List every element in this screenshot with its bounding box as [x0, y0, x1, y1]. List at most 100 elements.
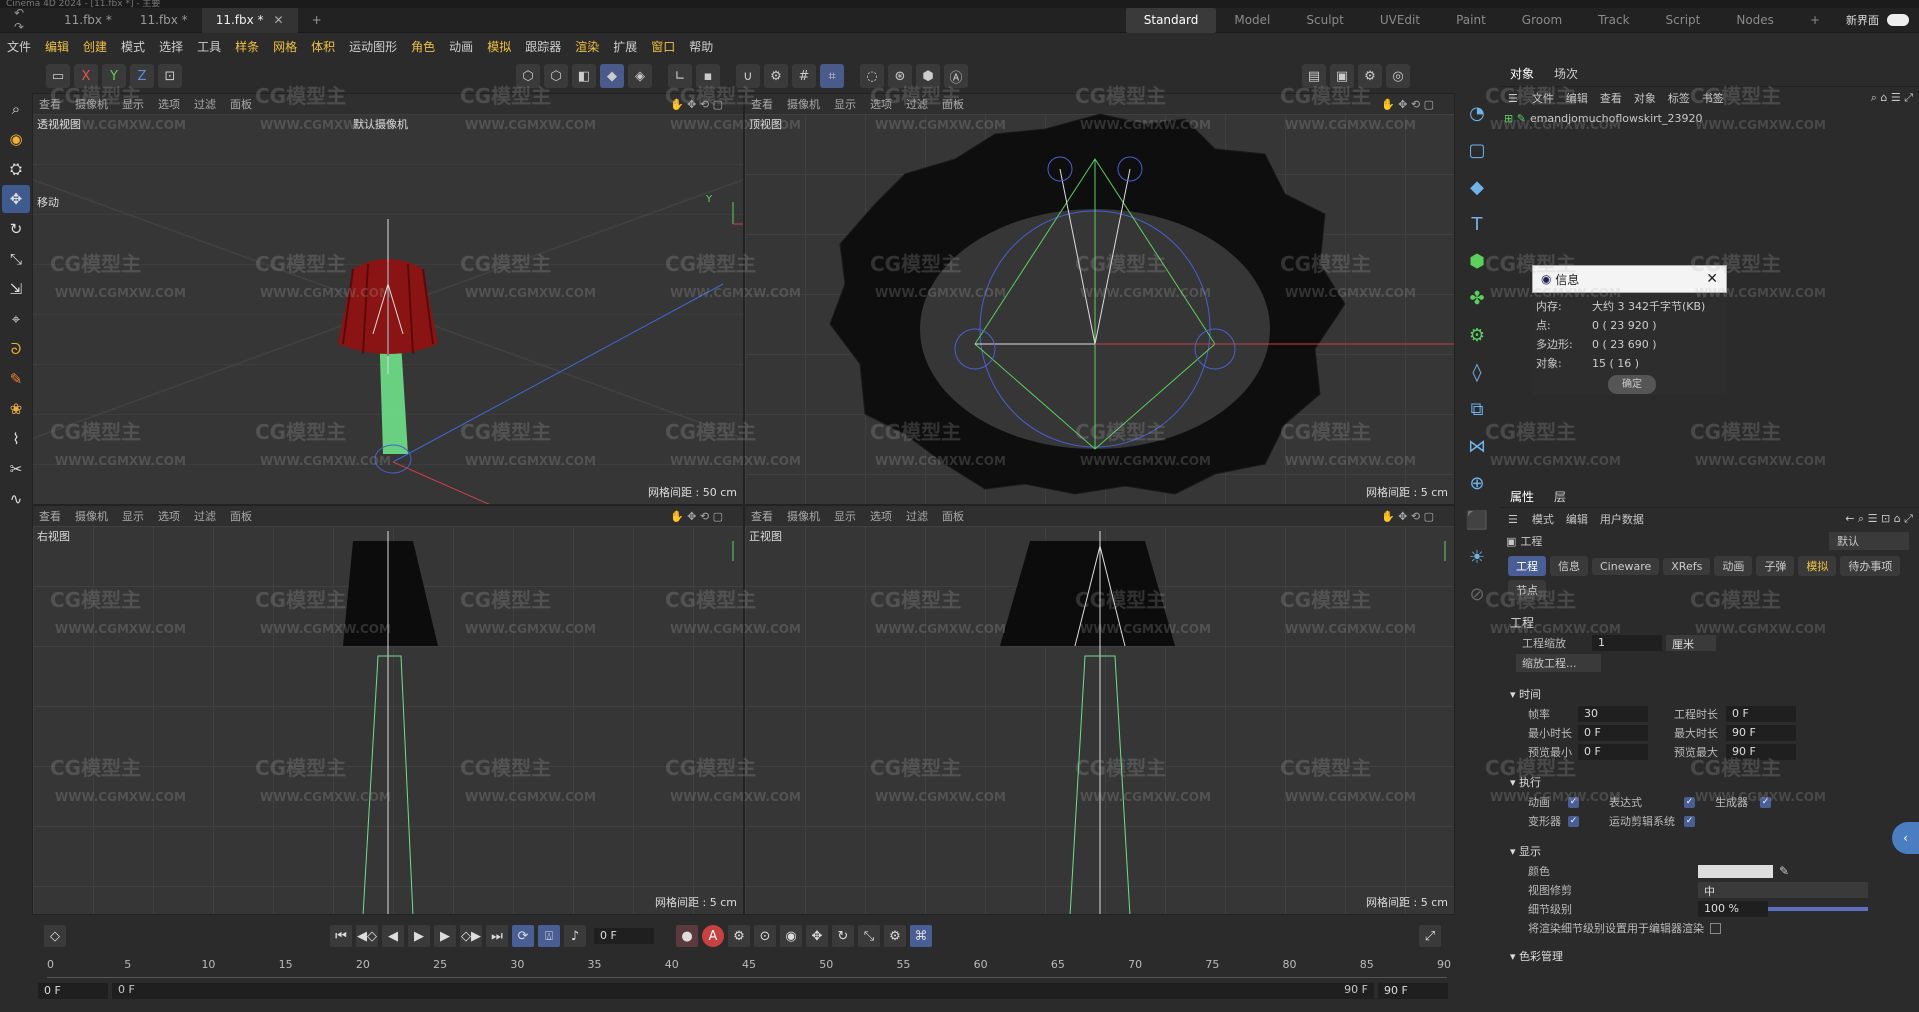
- model-mode-icon[interactable]: ◆: [600, 64, 624, 88]
- loop-button[interactable]: ⟳: [512, 925, 534, 947]
- attr-menu-mode[interactable]: 模式: [1526, 511, 1560, 527]
- attr-menu-userdata[interactable]: 用户数据: [1594, 511, 1650, 527]
- end-frame-input[interactable]: 90 F: [1378, 983, 1448, 999]
- snap-settings-icon[interactable]: ⚙: [764, 64, 788, 88]
- live-select-icon[interactable]: ◉: [2, 125, 30, 153]
- layout-tab-standard[interactable]: Standard: [1125, 7, 1217, 33]
- select-icon[interactable]: ◔: [1460, 96, 1494, 130]
- workplane-icon[interactable]: ⌗: [820, 64, 844, 88]
- close-icon[interactable]: ✕: [274, 13, 284, 27]
- exec-motion-system-checkbox[interactable]: ✓: [1684, 815, 1695, 827]
- project-scale-input[interactable]: 1: [1592, 635, 1662, 651]
- menu-create[interactable]: 创建: [76, 38, 114, 55]
- effector-icon[interactable]: ⚙: [1460, 318, 1494, 352]
- exec-generators-checkbox[interactable]: ✓: [1760, 796, 1771, 808]
- layout-tab-sculpt[interactable]: Sculpt: [1288, 8, 1361, 33]
- file-tab-2[interactable]: 11.fbx *: [126, 8, 202, 33]
- menu-help[interactable]: 帮助: [682, 38, 720, 55]
- menu-tracker[interactable]: 跟踪器: [518, 38, 568, 55]
- settings-icon[interactable]: ⊛: [888, 64, 912, 88]
- cube-icon[interactable]: ◆: [1460, 170, 1494, 204]
- obj-menu-tags[interactable]: 标签: [1662, 90, 1696, 106]
- add-tab-button[interactable]: +: [298, 8, 336, 33]
- subtab-animation[interactable]: 动画: [1714, 556, 1753, 576]
- menu-mesh[interactable]: 网格: [266, 38, 304, 55]
- layout-tab-paint[interactable]: Paint: [1438, 8, 1504, 33]
- undo-stack-icon[interactable]: ▭: [46, 64, 70, 88]
- menu-render[interactable]: 渲染: [568, 38, 606, 55]
- menu-extensions[interactable]: 扩展: [606, 38, 644, 55]
- light-icon[interactable]: ☀: [1460, 540, 1494, 574]
- subtab-simulation[interactable]: 模拟: [1798, 556, 1837, 576]
- move-tool-icon[interactable]: ✥: [2, 185, 30, 213]
- texture-mode-icon[interactable]: ◈: [628, 64, 652, 88]
- menu-character[interactable]: 角色: [404, 38, 442, 55]
- scale-tool-icon[interactable]: ⤡: [2, 245, 30, 273]
- obj-menu-object[interactable]: 对象: [1628, 90, 1662, 106]
- sky-icon[interactable]: ⊕: [1460, 466, 1494, 500]
- key-move-button[interactable]: ✥: [806, 925, 828, 947]
- tab-takes[interactable]: 场次: [1544, 61, 1588, 86]
- tab-objects[interactable]: 对象: [1500, 61, 1544, 86]
- grid-snap-icon[interactable]: #: [792, 64, 816, 88]
- cloner-icon[interactable]: ✤: [1460, 281, 1494, 315]
- menu-file[interactable]: 文件: [0, 38, 38, 55]
- spline-icon[interactable]: ⋈: [1460, 429, 1494, 463]
- key-param-button[interactable]: ⚙: [884, 925, 906, 947]
- expand-timeline-icon[interactable]: ⤢: [1419, 925, 1441, 947]
- start-frame-input[interactable]: 0 F: [38, 983, 108, 999]
- search-icon[interactable]: ⌕: [2, 95, 30, 123]
- deformer-icon[interactable]: ◊: [1460, 355, 1494, 389]
- y-axis-toggle[interactable]: Y: [102, 64, 126, 88]
- key-pla-button[interactable]: ⌘: [910, 925, 932, 947]
- layout-tab-groom[interactable]: Groom: [1504, 8, 1580, 33]
- spline-brush-icon[interactable]: ❀: [2, 395, 30, 423]
- spline-pen-icon[interactable]: ∿: [2, 485, 30, 513]
- lod-slider[interactable]: [1768, 907, 1868, 911]
- obj-menu-bookmarks[interactable]: 书签: [1696, 90, 1730, 106]
- render-queue-icon[interactable]: ◎: [1386, 64, 1410, 88]
- menu-select[interactable]: 选择: [152, 38, 190, 55]
- range-button[interactable]: ⍍: [538, 925, 560, 947]
- go-end-button[interactable]: ⏭: [486, 925, 508, 947]
- sound-button[interactable]: ♪: [564, 925, 586, 947]
- render-settings-icon[interactable]: ⚙: [1358, 64, 1382, 88]
- eyedropper-icon[interactable]: ✎: [1779, 864, 1789, 878]
- generator-icon[interactable]: ⬢: [1460, 244, 1494, 278]
- section-time[interactable]: ▾ 时间: [1510, 686, 1909, 702]
- z-axis-toggle[interactable]: Z: [130, 64, 154, 88]
- edges-mode-icon[interactable]: ⬡: [544, 64, 568, 88]
- layout-tab-script[interactable]: Script: [1648, 8, 1719, 33]
- points-mode-icon[interactable]: ⬡: [516, 64, 540, 88]
- subtab-project[interactable]: 工程: [1508, 556, 1546, 576]
- object-row[interactable]: ⊞ ✎ emandjomuchoflowskirt_23920: [1500, 109, 1919, 127]
- section-execution[interactable]: ▾ 执行: [1510, 774, 1909, 790]
- tab-layers[interactable]: 层: [1544, 484, 1576, 509]
- key-scale-button[interactable]: ⤡: [858, 925, 880, 947]
- color-swatch[interactable]: [1698, 864, 1773, 878]
- key-lock-button[interactable]: ⊙: [754, 925, 776, 947]
- polygons-mode-icon[interactable]: ◧: [572, 64, 596, 88]
- menu-simulate[interactable]: 模拟: [480, 38, 518, 55]
- undo-redo[interactable]: ↶ ↷: [0, 6, 50, 34]
- timeline-ruler[interactable]: 0 5 10 15 20 25 30 35 40 45 50 55 60 65 70 75 80 85 90: [47, 958, 1451, 978]
- preset-dropdown[interactable]: 默认: [1829, 532, 1909, 550]
- key-settings-button[interactable]: ⚙: [728, 925, 750, 947]
- clapper-icon[interactable]: ▤: [1302, 64, 1326, 88]
- key-rot-button[interactable]: ↻: [832, 925, 854, 947]
- menu-edit[interactable]: 编辑: [38, 38, 76, 55]
- subtab-todo[interactable]: 待办事项: [1840, 556, 1901, 576]
- prev-frame-button[interactable]: ◀: [382, 925, 404, 947]
- magnet-icon[interactable]: ∪: [736, 64, 760, 88]
- exec-animation-checkbox[interactable]: ✓: [1568, 796, 1579, 808]
- text-icon[interactable]: T: [1460, 207, 1494, 241]
- subtab-xrefs[interactable]: XRefs: [1663, 557, 1711, 575]
- project-scale-unit[interactable]: 厘米: [1666, 635, 1716, 651]
- file-tab-3[interactable]: 11.fbx * ✕: [201, 7, 298, 33]
- exec-deformers-checkbox[interactable]: ✓: [1568, 815, 1579, 827]
- lod-input[interactable]: 100 %: [1698, 901, 1768, 917]
- go-start-button[interactable]: ⏮: [330, 925, 352, 947]
- transform-tool-icon[interactable]: ⇲: [2, 275, 30, 303]
- cube-outline-icon[interactable]: ▢: [1460, 133, 1494, 167]
- scale-project-button[interactable]: 缩放工程...: [1516, 654, 1601, 672]
